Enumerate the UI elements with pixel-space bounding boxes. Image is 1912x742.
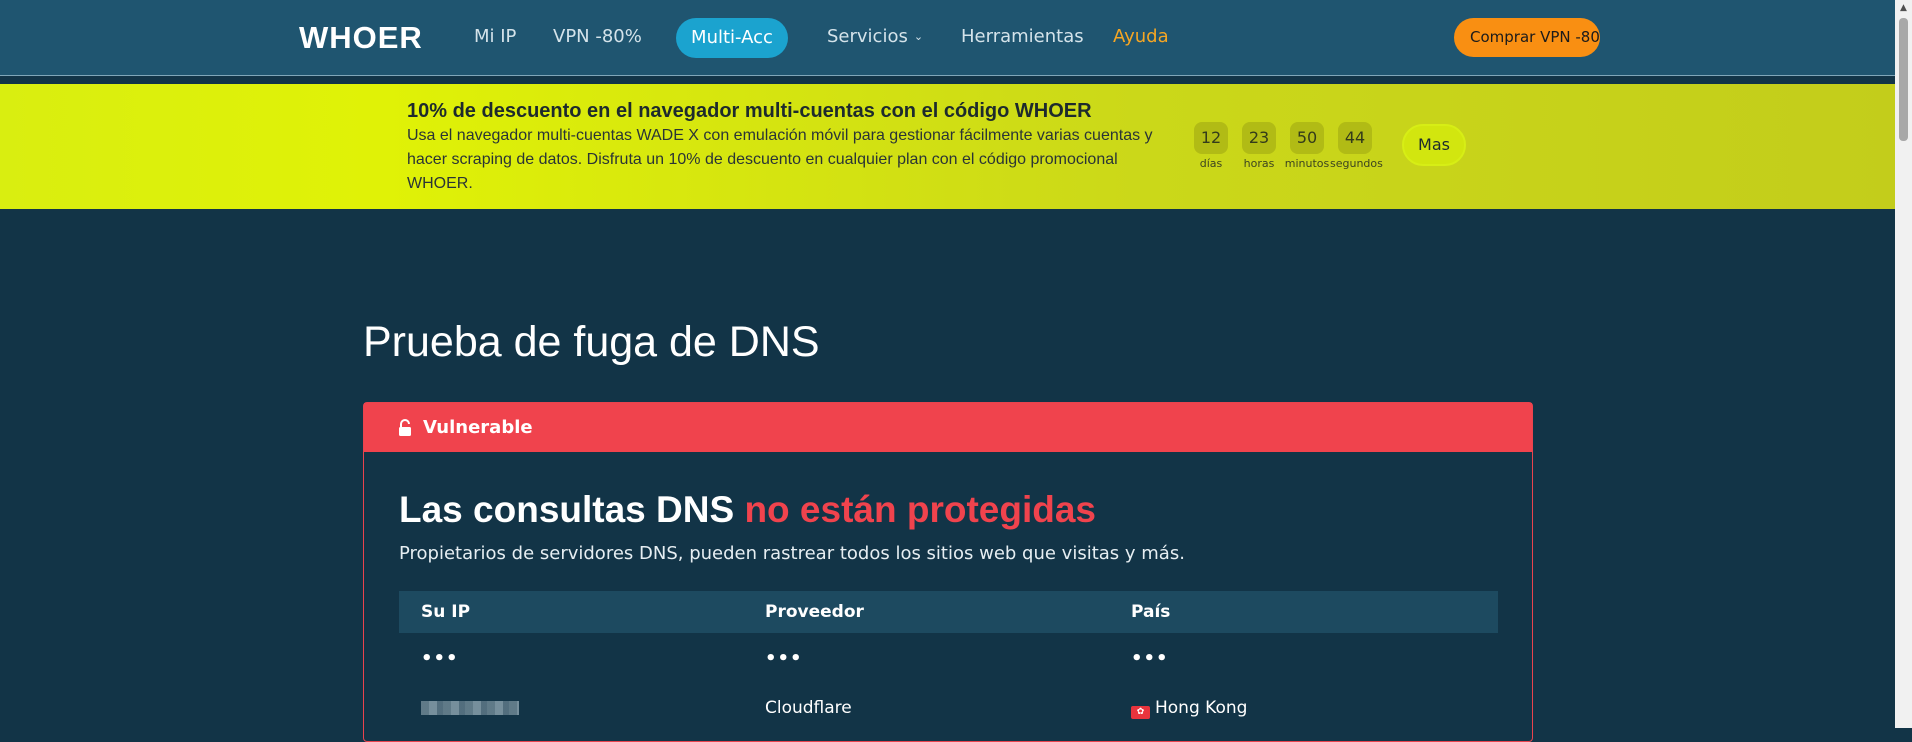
cell-ip: ••• <box>421 647 459 669</box>
cell-provider: Cloudflare <box>765 698 852 718</box>
countdown-days-label: días <box>1199 157 1223 170</box>
table-row: Cloudflare ✿ Hong Kong <box>399 683 1498 733</box>
status-label: Vulnerable <box>423 417 533 438</box>
headline-normal: Las consultas DNS <box>399 489 745 530</box>
countdown-minutes-value: 50 <box>1290 122 1324 154</box>
promo-text: Usa el navegador multi-cuentas WADE X co… <box>407 127 1153 192</box>
scroll-thumb[interactable] <box>1899 18 1908 141</box>
site-header: WHOER Mi IP VPN -80% Multi-Acc Servicios… <box>0 0 1895 76</box>
country-name: Hong Kong <box>1155 697 1248 718</box>
countdown-seconds: 44 segundos <box>1330 122 1383 170</box>
nav-services[interactable]: Servicios ⌄ <box>827 26 923 47</box>
countdown-hours-label: horas <box>1243 157 1275 170</box>
header-provider: Proveedor <box>765 602 864 622</box>
countdown-seconds-value: 44 <box>1338 122 1372 154</box>
countdown-days: 12 días <box>1186 122 1236 170</box>
page-scrollbar[interactable]: ▲ <box>1895 0 1912 728</box>
nav-multi-acc[interactable]: Multi-Acc <box>676 18 788 58</box>
header-ip: Su IP <box>421 602 471 622</box>
countdown-hours-value: 23 <box>1242 122 1276 154</box>
scroll-up-icon[interactable]: ▲ <box>1895 0 1912 17</box>
countdown-minutes-label: minutos <box>1284 157 1330 170</box>
cell-provider: ••• <box>765 647 803 669</box>
buy-vpn-button[interactable]: Comprar VPN -80% <box>1454 18 1600 57</box>
status-banner: Vulnerable <box>364 403 1532 452</box>
countdown-days-value: 12 <box>1194 122 1228 154</box>
countdown-minutes: 50 minutos <box>1282 122 1332 170</box>
nav-vpn[interactable]: VPN -80% <box>553 26 642 47</box>
nav-my-ip[interactable]: Mi IP <box>474 26 516 47</box>
table-row: ••• ••• ••• <box>399 633 1498 683</box>
countdown-hours: 23 horas <box>1234 122 1284 170</box>
dns-servers-table: Su IP Proveedor País ••• ••• ••• Cloudfl… <box>399 591 1498 733</box>
page-title: Prueba de fuga de DNS <box>363 318 820 366</box>
nav-services-label: Servicios <box>827 26 908 47</box>
headline-danger: no están protegidas <box>744 489 1096 530</box>
logo[interactable]: WHOER <box>299 20 423 56</box>
table-header: Su IP Proveedor País <box>399 591 1498 633</box>
header-country: País <box>1131 602 1171 622</box>
countdown-seconds-label: segundos <box>1330 157 1383 170</box>
result-subtitle: Propietarios de servidores DNS, pueden r… <box>399 543 1185 564</box>
cell-country: ✿ Hong Kong <box>1131 698 1498 719</box>
result-headline: Las consultas DNS no están protegidas <box>399 489 1096 531</box>
promo-more-button[interactable]: Mas <box>1402 124 1466 166</box>
nav-tools[interactable]: Herramientas <box>961 26 1084 47</box>
dns-result-card: Vulnerable Las consultas DNS no están pr… <box>363 402 1533 742</box>
chevron-down-icon: ⌄ <box>913 30 924 43</box>
promo-banner: 10% de descuento en el navegador multi-c… <box>0 84 1895 209</box>
cell-ip <box>399 698 765 718</box>
hong-kong-flag-icon: ✿ <box>1131 705 1150 719</box>
promo-title: 10% de descuento en el navegador multi-c… <box>407 100 1092 122</box>
unlock-icon <box>399 418 411 436</box>
cell-country: ••• <box>1131 647 1169 669</box>
blurred-ip <box>421 701 519 715</box>
nav-help[interactable]: Ayuda <box>1113 26 1169 47</box>
